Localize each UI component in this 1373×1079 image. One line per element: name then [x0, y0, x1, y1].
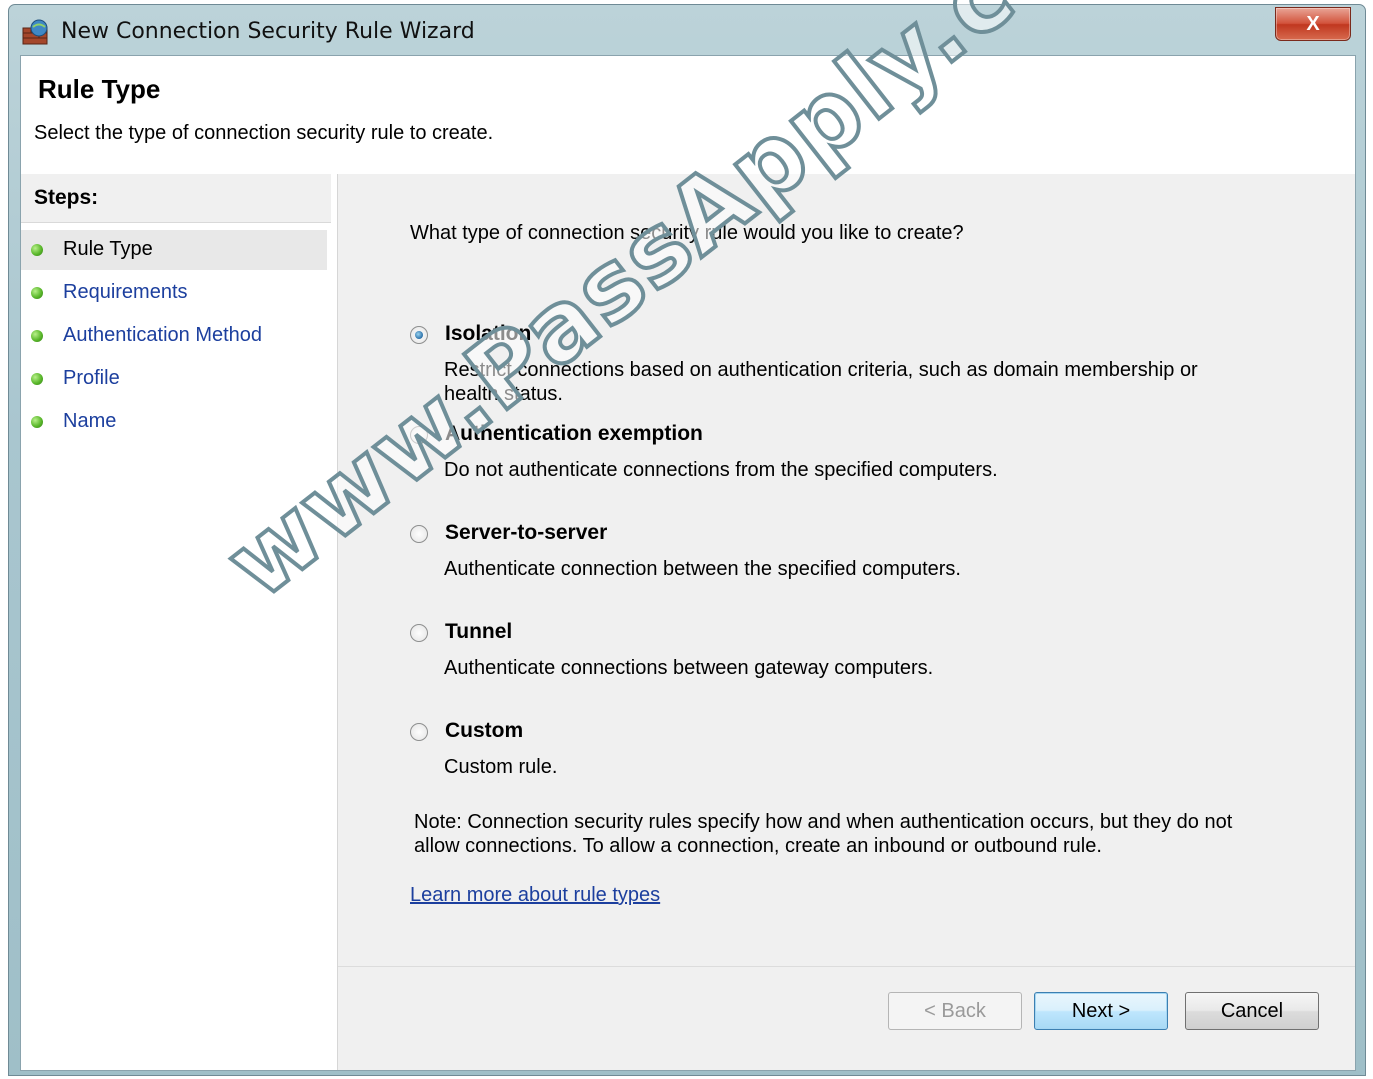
window-title: New Connection Security Rule Wizard [61, 19, 475, 44]
step-label[interactable]: Profile [63, 367, 120, 390]
step-requirements[interactable]: Requirements [21, 273, 327, 313]
cancel-button[interactable]: Cancel [1185, 992, 1319, 1030]
option-label[interactable]: Custom [445, 719, 523, 743]
authentication-exemption-radio[interactable] [410, 426, 428, 444]
step-label[interactable]: Authentication Method [63, 324, 262, 347]
option-description: Do not authenticate connections from the… [444, 459, 998, 481]
step-label: Rule Type [63, 238, 153, 260]
rule-note: Note: Connection security rules specify … [414, 811, 1233, 857]
button-divider [338, 966, 1355, 967]
step-bullet-icon [31, 244, 43, 256]
steps-heading-bar: Steps: [21, 174, 331, 223]
steps-heading: Steps: [34, 186, 99, 209]
option-description: Custom rule. [444, 756, 558, 778]
step-bullet-icon [31, 416, 43, 428]
custom-radio[interactable] [410, 723, 428, 741]
step-label[interactable]: Name [63, 410, 116, 433]
steps-panel: Steps: Rule Type Requirements Authentica… [21, 174, 338, 1070]
wizard-header: Rule Type Select the type of connection … [21, 56, 1355, 175]
step-rule-type: Rule Type [21, 230, 327, 270]
option-description: Authenticate connections between gateway… [444, 657, 934, 679]
option-label[interactable]: Tunnel [445, 620, 512, 644]
step-authentication-method[interactable]: Authentication Method [21, 316, 327, 356]
title-bar[interactable]: New Connection Security Rule Wizard X [9, 5, 1365, 55]
option-label[interactable]: Authentication exemption [445, 422, 703, 446]
page-subtitle: Select the type of connection security r… [34, 122, 494, 144]
firewall-shield-icon [22, 19, 48, 45]
step-name[interactable]: Name [21, 402, 327, 442]
back-button[interactable]: < Back [888, 992, 1022, 1030]
step-label[interactable]: Requirements [63, 281, 188, 304]
option-description: Authenticate connection between the spec… [444, 558, 961, 580]
step-bullet-icon [31, 330, 43, 342]
next-button[interactable]: Next > [1034, 992, 1168, 1030]
server-to-server-radio[interactable] [410, 525, 428, 543]
step-bullet-icon [31, 287, 43, 299]
rule-type-question: What type of connection security rule wo… [410, 222, 964, 244]
option-label[interactable]: Server-to-server [445, 521, 607, 545]
isolation-radio[interactable] [410, 326, 428, 344]
wizard-window: New Connection Security Rule Wizard X Ru… [8, 4, 1366, 1076]
option-description: Restrict connections based on authentica… [444, 359, 1198, 405]
close-button[interactable]: X [1275, 7, 1351, 41]
step-bullet-icon [31, 373, 43, 385]
tunnel-radio[interactable] [410, 624, 428, 642]
learn-more-link[interactable]: Learn more about rule types [410, 884, 660, 907]
close-icon: X [1306, 12, 1320, 35]
page-title: Rule Type [38, 74, 161, 104]
step-profile[interactable]: Profile [21, 359, 327, 399]
main-panel: What type of connection security rule wo… [338, 174, 1355, 1070]
wizard-client-area: Rule Type Select the type of connection … [20, 55, 1356, 1071]
option-label[interactable]: Isolation [445, 322, 531, 346]
